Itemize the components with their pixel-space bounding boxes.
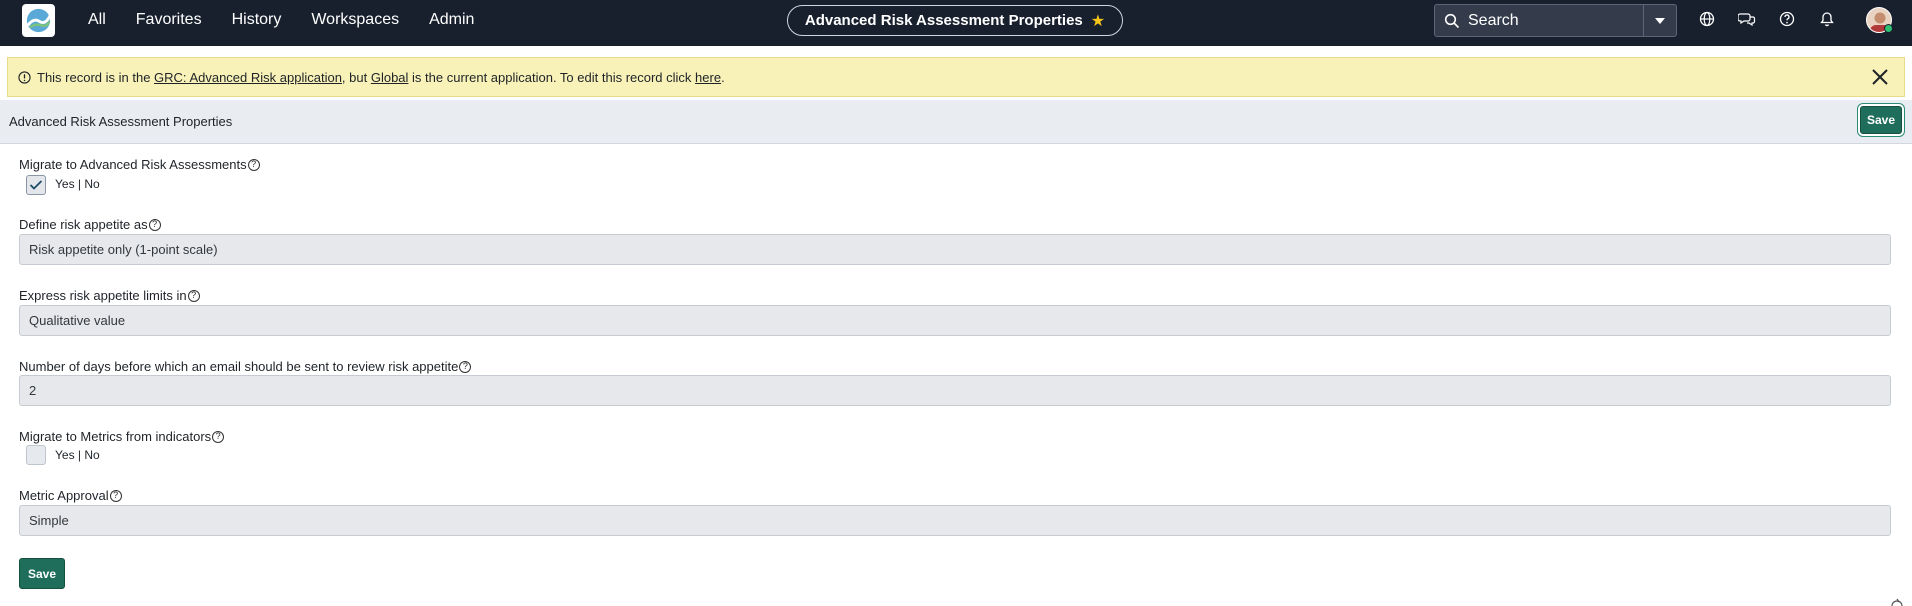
label-text: Number of days before which an email sho…	[19, 359, 459, 374]
banner-text-part: This record is in the	[37, 69, 155, 85]
search-scope-dropdown[interactable]	[1643, 5, 1676, 36]
label-text: Migrate to Metrics from indicators	[19, 429, 212, 444]
field-label-metric-approval: Metric Approval?	[19, 488, 122, 503]
banner-app-link[interactable]: GRC: Advanced Risk application	[154, 70, 342, 85]
star-icon[interactable]: ★	[1091, 11, 1105, 31]
banner-text-part: is the current application. To edit this…	[408, 69, 696, 85]
global-search	[1434, 4, 1677, 37]
menu-admin[interactable]: Admin	[429, 11, 474, 29]
banner-text-part: , but	[341, 69, 371, 85]
label-text: Express risk appetite limits in	[19, 288, 187, 303]
presence-indicator	[1884, 24, 1893, 33]
help-icon[interactable]: ?	[187, 289, 200, 302]
scope-warning-banner: This record is in the GRC: Advanced Risk…	[7, 57, 1905, 97]
app-logo[interactable]	[22, 4, 55, 37]
main-menu: All Favorites History Workspaces Admin	[88, 0, 504, 40]
checkbox-migrate-advanced[interactable]	[26, 175, 46, 195]
field-label-appetite-limits: Express risk appetite limits in?	[19, 288, 200, 303]
checkmark-icon	[29, 180, 43, 190]
help-icon[interactable]	[1777, 9, 1797, 29]
close-icon[interactable]	[1870, 67, 1890, 87]
field-label-risk-appetite: Define risk appetite as?	[19, 217, 161, 232]
field-appetite-limits[interactable]: Qualitative value	[19, 305, 1891, 336]
menu-all[interactable]: All	[88, 11, 106, 29]
save-button-bottom[interactable]: Save	[19, 558, 65, 589]
menu-history[interactable]: History	[232, 11, 282, 29]
search-input[interactable]	[1468, 11, 1638, 30]
label-text: Migrate to Advanced Risk Assessments	[19, 157, 247, 172]
search-icon	[1444, 13, 1460, 28]
label-text: Metric Approval	[19, 488, 109, 503]
top-navigation: All Favorites History Workspaces Admin A…	[0, 0, 1912, 46]
help-icon[interactable]: ?	[212, 430, 225, 443]
page-title: Advanced Risk Assessment Properties	[804, 12, 1083, 29]
globe-icon[interactable]	[1697, 9, 1717, 29]
field-risk-appetite[interactable]: Risk appetite only (1-point scale)	[19, 234, 1891, 265]
form-title: Advanced Risk Assessment Properties	[9, 114, 233, 129]
banner-text-part: .	[721, 69, 725, 85]
label-text: Define risk appetite as	[19, 217, 148, 232]
field-label-review-days: Number of days before which an email sho…	[19, 359, 472, 374]
bell-icon[interactable]	[1817, 9, 1837, 29]
banner-global-link[interactable]: Global	[371, 70, 409, 85]
help-icon[interactable]: ?	[247, 158, 260, 171]
caret-down-icon	[1655, 17, 1665, 24]
help-icon[interactable]: ?	[109, 489, 122, 502]
field-label-migrate-advanced: Migrate to Advanced Risk Assessments?	[19, 157, 260, 172]
logo-icon	[26, 8, 52, 33]
banner-edit-link[interactable]: here	[695, 70, 721, 85]
info-icon	[18, 70, 31, 84]
banner-text: This record is in the GRC: Advanced Risk…	[37, 70, 725, 85]
checkbox-migrate-metrics[interactable]	[26, 445, 46, 465]
field-review-days[interactable]: 2	[19, 375, 1891, 406]
menu-favorites[interactable]: Favorites	[136, 11, 202, 29]
help-icon[interactable]: ?	[148, 218, 161, 231]
help-icon[interactable]: ?	[459, 360, 472, 373]
field-metric-approval[interactable]: Simple	[19, 505, 1891, 536]
nav-icon-group	[1697, 9, 1837, 29]
menu-workspaces[interactable]: Workspaces	[311, 11, 399, 29]
field-label-migrate-metrics: Migrate to Metrics from indicators?	[19, 429, 225, 444]
form-header: Advanced Risk Assessment Properties	[0, 100, 1912, 144]
yes-no-text: Yes | No	[55, 448, 100, 462]
chat-icon[interactable]	[1737, 9, 1757, 29]
resize-handle-icon[interactable]	[1890, 596, 1904, 606]
save-button-top[interactable]: Save	[1860, 106, 1902, 134]
page-title-pill[interactable]: Advanced Risk Assessment Properties ★	[787, 5, 1123, 36]
yes-no-text: Yes | No	[55, 177, 100, 191]
